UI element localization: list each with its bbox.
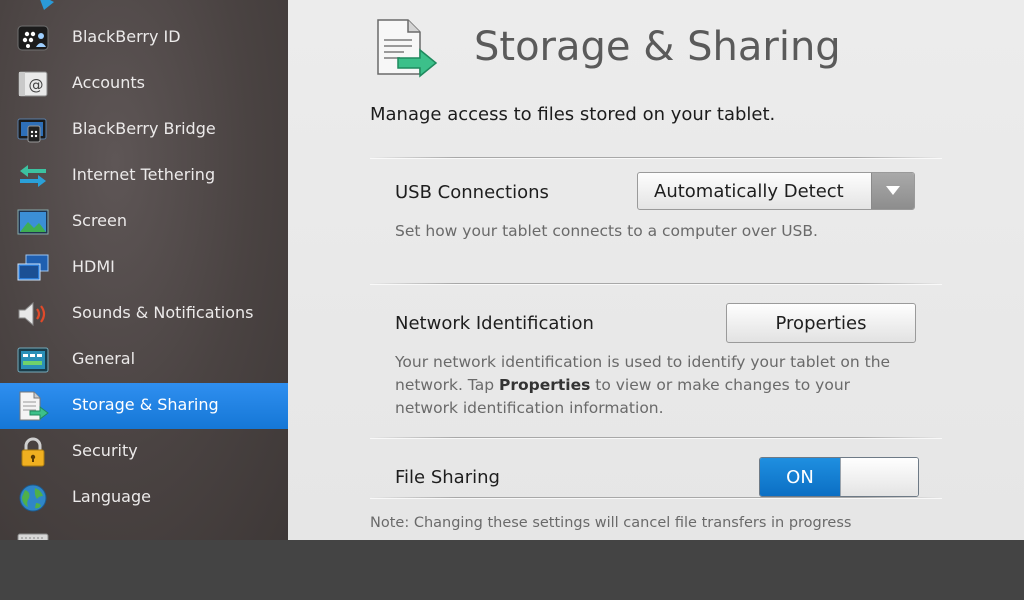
lock-icon — [16, 436, 50, 468]
sidebar-item-label: General — [72, 349, 136, 368]
blackberry-id-icon — [16, 22, 50, 54]
blackberry-bridge-icon — [16, 114, 50, 146]
usb-connections-label: USB Connections — [395, 182, 549, 203]
partial-icon — [40, 0, 54, 10]
dropdown-arrow[interactable] — [871, 173, 914, 209]
internet-tethering-icon — [16, 160, 50, 192]
file-sharing-toggle[interactable]: ON — [759, 457, 919, 497]
sidebar-item-label: Sounds & Notifications — [72, 303, 254, 322]
section-divider — [370, 283, 942, 285]
svg-text:@: @ — [29, 76, 44, 94]
sidebar-item-hdmi[interactable]: HDMI — [0, 245, 288, 291]
sidebar-item-label: HDMI — [72, 257, 115, 276]
sidebar-item-label: Accounts — [72, 73, 145, 92]
usb-connections-description: Set how your tablet connects to a comput… — [395, 222, 818, 240]
general-icon — [16, 344, 50, 376]
page-title: Storage & Sharing — [474, 24, 841, 70]
sidebar-item-general[interactable]: General — [0, 337, 288, 383]
keyboard-icon — [16, 528, 50, 540]
page-description: Manage access to files stored on your ta… — [370, 104, 776, 125]
network-identification-label: Network Identification — [395, 313, 594, 334]
toggle-state-label: ON — [786, 467, 814, 488]
network-identification-description: Your network identification is used to i… — [395, 351, 915, 420]
description-bold-text: Properties — [498, 376, 591, 394]
file-sharing-label: File Sharing — [395, 467, 500, 488]
properties-button[interactable]: Properties — [726, 303, 916, 343]
sidebar-item-language[interactable]: Language — [0, 475, 288, 521]
sidebar-item-screen[interactable]: Screen — [0, 199, 288, 245]
accounts-icon: @ — [16, 68, 50, 100]
speaker-icon — [16, 298, 50, 330]
app-window: BlackBerry ID @ Accounts BlackBerry Brid… — [0, 0, 1024, 540]
note-text: Note: Changing these settings will cance… — [370, 515, 852, 531]
settings-sidebar[interactable]: BlackBerry ID @ Accounts BlackBerry Brid… — [0, 0, 288, 540]
sidebar-item-label: Screen — [72, 211, 128, 230]
sidebar-item-partial-bottom[interactable] — [0, 521, 288, 540]
sidebar-item-label: Security — [72, 441, 138, 460]
usb-connections-dropdown[interactable]: Automatically Detect — [637, 172, 915, 210]
chevron-down-icon — [886, 186, 900, 195]
sidebar-item-label: BlackBerry ID — [72, 27, 181, 46]
sidebar-item-blackberry-id[interactable]: BlackBerry ID — [0, 15, 288, 61]
toggle-thumb[interactable] — [840, 458, 918, 496]
globe-icon — [16, 482, 50, 514]
sidebar-item-label: Language — [72, 487, 151, 506]
bottom-bar — [0, 540, 1024, 600]
sidebar-item-label: BlackBerry Bridge — [72, 119, 216, 138]
section-divider — [370, 157, 942, 159]
sidebar-item-partial-top[interactable] — [0, 0, 288, 10]
sidebar-item-security[interactable]: Security — [0, 429, 288, 475]
usb-connections-selected-value: Automatically Detect — [654, 181, 844, 202]
sidebar-item-blackberry-bridge[interactable]: BlackBerry Bridge — [0, 107, 288, 153]
section-divider — [370, 437, 942, 439]
toggle-on-segment: ON — [760, 458, 840, 496]
sidebar-item-storage-sharing[interactable]: Storage & Sharing — [0, 383, 288, 429]
hdmi-icon — [16, 252, 50, 284]
sidebar-item-accounts[interactable]: @ Accounts — [0, 61, 288, 107]
sidebar-item-internet-tethering[interactable]: Internet Tethering — [0, 153, 288, 199]
settings-content: Storage & Sharing Manage access to files… — [288, 0, 1024, 540]
sidebar-item-sounds-notifications[interactable]: Sounds & Notifications — [0, 291, 288, 337]
storage-sharing-icon — [374, 18, 440, 80]
section-divider — [370, 497, 942, 499]
storage-sharing-icon — [16, 390, 50, 422]
sidebar-item-label: Storage & Sharing — [72, 395, 219, 414]
sidebar-item-label: Internet Tethering — [72, 165, 216, 184]
screen-icon — [16, 206, 50, 238]
